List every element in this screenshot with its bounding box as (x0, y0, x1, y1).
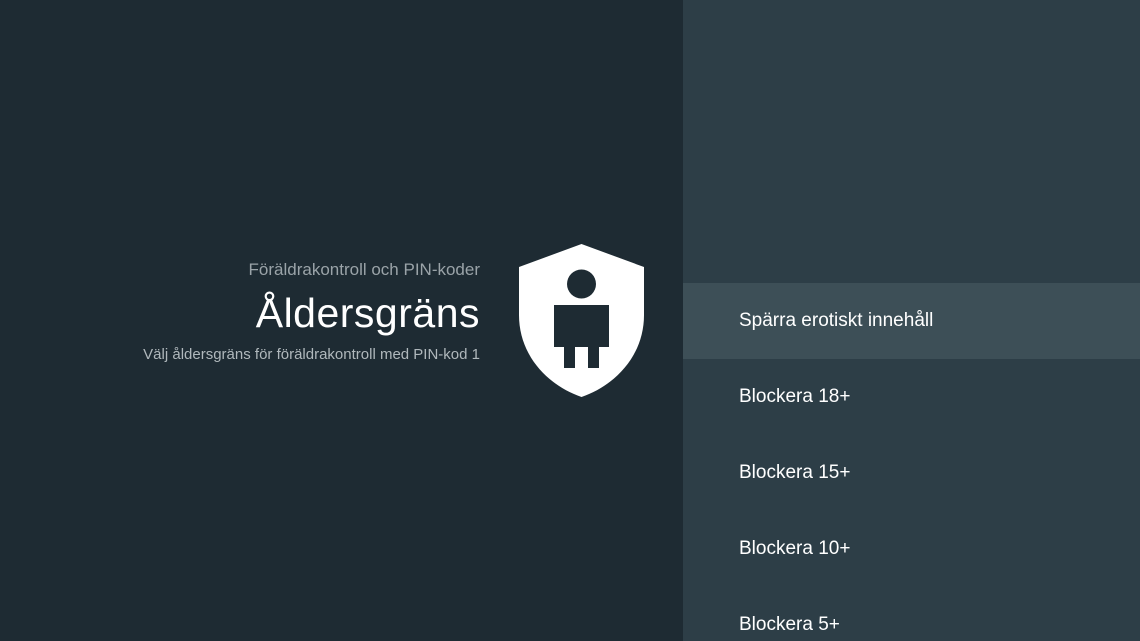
page-description: Välj åldersgräns för föräldrakontroll me… (143, 346, 480, 363)
guidance-panel: Föräldrakontroll och PIN-koder Åldersgrä… (0, 0, 683, 641)
option-block-5[interactable]: Blockera 5+ (683, 587, 1140, 641)
option-label: Blockera 15+ (739, 462, 851, 483)
option-label: Blockera 5+ (739, 614, 840, 635)
option-block-18[interactable]: Blockera 18+ (683, 359, 1140, 435)
breadcrumb: Föräldrakontroll och PIN-koder (248, 260, 480, 279)
guidance-text: Föräldrakontroll och PIN-koder Åldersgrä… (0, 258, 480, 366)
age-limit-options: Spärra erotiskt innehåll Blockera 18+ Bl… (683, 283, 1140, 641)
shield-person-icon (518, 243, 645, 398)
age-limit-screen: Föräldrakontroll och PIN-koder Åldersgrä… (0, 0, 1140, 641)
page-title: Åldersgräns (255, 290, 480, 336)
option-label: Blockera 18+ (739, 386, 851, 407)
option-block-10[interactable]: Blockera 10+ (683, 511, 1140, 587)
option-label: Blockera 10+ (739, 538, 851, 559)
option-block-15[interactable]: Blockera 15+ (683, 435, 1140, 511)
options-panel: Spärra erotiskt innehåll Blockera 18+ Bl… (683, 0, 1140, 641)
option-label: Spärra erotiskt innehåll (739, 310, 934, 331)
option-block-erotic[interactable]: Spärra erotiskt innehåll (683, 283, 1140, 359)
